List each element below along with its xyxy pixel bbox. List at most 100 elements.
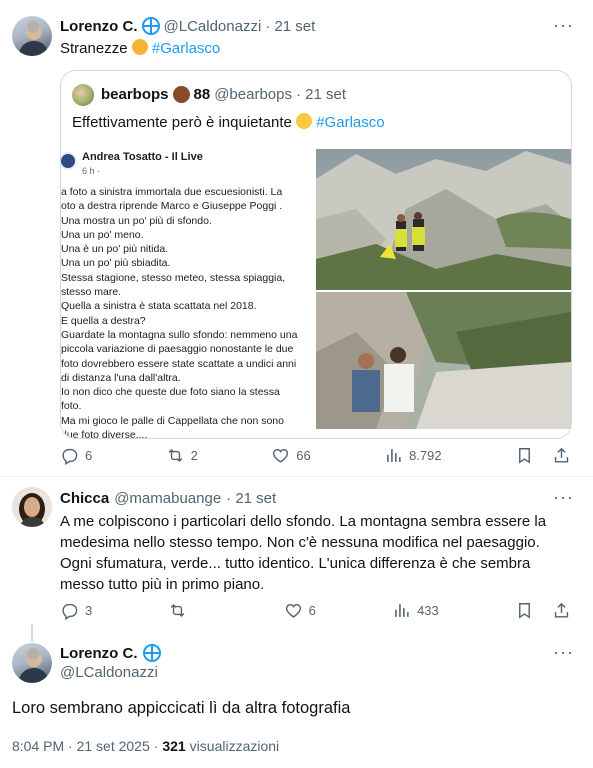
more-icon[interactable]: ···	[553, 643, 574, 661]
chestnut-emoji-icon	[172, 85, 190, 103]
mountain-scene-bottom	[316, 292, 571, 429]
embedded-post-line: Una un po' più sbiadita.	[61, 257, 171, 270]
hugging-face-emoji-icon	[131, 39, 148, 55]
avatar-photo	[18, 21, 48, 56]
views-count: 8.792	[409, 447, 442, 463]
repost-count: 2	[190, 447, 198, 463]
tweet-text: A me colpiscono i particolari dello sfon…	[60, 511, 575, 595]
bookmark-share-group	[515, 601, 571, 620]
author-handle[interactable]: @LCaldonazzi	[164, 18, 262, 35]
embedded-post-line: foto.	[61, 400, 82, 413]
bookmark-icon[interactable]	[515, 601, 534, 620]
avatar-photo	[18, 648, 48, 683]
embedded-post-line: stesso mare.	[61, 286, 122, 299]
verified-badge-icon	[141, 17, 160, 35]
hashtag-link[interactable]: #Garlasco	[152, 40, 220, 57]
like-count: 6	[308, 602, 316, 618]
views-number: 321	[162, 738, 186, 754]
tweet-meta: 8:04 PM · 21 set 2025 · 321 visualizzazi…	[12, 738, 279, 754]
embedded-post-line: Stessa stagione, stesso meteo, stessa sp…	[61, 271, 286, 284]
quote-text-body: Effettivamente però è inquietante	[72, 114, 292, 131]
reply-icon	[62, 448, 78, 465]
repost-icon	[171, 603, 185, 617]
quoted-tweet[interactable]: bearbops 88 @bearbops · 21 set Effettiva…	[60, 70, 572, 439]
like-icon	[285, 603, 301, 618]
avatar-lorenzo[interactable]	[12, 643, 52, 683]
divider-1	[0, 476, 593, 477]
quote-author-handle[interactable]: @bearbops	[214, 86, 292, 103]
embedded-post-line: Una è un po' più nitida.	[61, 243, 169, 256]
avatar-lorenzo[interactable]	[12, 16, 52, 56]
more-icon[interactable]: ···	[553, 16, 574, 34]
views-icon	[395, 603, 409, 617]
bookmark-share-group	[515, 446, 571, 465]
tweet-text-line: A me colpiscono i particolari dello sfon…	[60, 513, 547, 530]
repost-button[interactable]	[168, 601, 207, 620]
repost-icon	[168, 448, 182, 462]
share-icon[interactable]	[552, 446, 571, 465]
embedded-post-line: Ma mi gioco le palle di Cappellata che n…	[61, 414, 284, 427]
reply-count: 3	[85, 602, 93, 618]
embedded-post-line: E quella a destra?	[61, 314, 146, 327]
like-button[interactable]: 6	[284, 601, 316, 620]
timestamp[interactable]: 8:04 PM · 21 set 2025 ·	[12, 738, 158, 754]
reply-count: 6	[85, 447, 93, 463]
embedded-post-line: Guardate la montagna sullo sfondo: nemme…	[61, 328, 298, 341]
quote-text: Effettivamente però è inquietante #Garla…	[72, 113, 385, 133]
share-icon[interactable]	[552, 601, 571, 620]
reply-icon	[62, 603, 78, 620]
author-name[interactable]: Chicca	[60, 490, 109, 507]
focused-tweet-text: Loro sembrano appiccicati lì da altra fo…	[12, 699, 351, 717]
views-button[interactable]: 433	[392, 601, 439, 620]
quote-author-name[interactable]: bearbops	[101, 86, 169, 103]
tweet-date[interactable]: · 21 set	[265, 18, 315, 35]
like-icon	[273, 448, 289, 463]
avatar-bearbops[interactable]	[72, 84, 94, 106]
like-button[interactable]: 66	[271, 446, 311, 465]
embedded-post-text: a foto a sinistra immortala due escuesio…	[61, 185, 309, 439]
sweat-smile-emoji-icon	[296, 113, 313, 129]
tweet-text-line: Ogni sfumatura, verde... tutto identico.…	[60, 555, 531, 572]
tweet-text-line: messo tutto più in primo piano.	[60, 576, 265, 593]
mountain-photo-top	[316, 149, 571, 290]
views-count: 433	[417, 602, 439, 618]
mountain-scene-top	[316, 149, 571, 290]
author-handle[interactable]: @LCaldonazzi	[60, 664, 158, 681]
embedded-post-line: di distanza l'una dall'altra.	[61, 371, 181, 384]
quote-date[interactable]: · 21 set	[296, 86, 346, 103]
repost-button[interactable]: 2	[166, 446, 198, 465]
quoted-media-image[interactable]: Andrea Tosatto - Il Live 6 h · a foto a …	[61, 149, 571, 439]
mountain-photo-bottom	[316, 292, 571, 429]
thread-connector	[31, 624, 33, 642]
embedded-meta: 6 h ·	[82, 166, 101, 176]
embedded-page-name: Andrea Tosatto - Il Live	[82, 151, 203, 163]
embedded-post-line: Una mostra un po' più di sfondo.	[61, 214, 212, 227]
views-icon	[387, 448, 401, 462]
quote-author-suffix: 88	[193, 85, 211, 103]
bookmark-icon[interactable]	[515, 446, 534, 465]
views-button[interactable]: 8.792	[384, 446, 442, 465]
author-name[interactable]: Lorenzo C.	[60, 645, 138, 662]
more-icon[interactable]: ···	[553, 488, 574, 506]
page-avatar	[61, 152, 77, 170]
avatar-chicca[interactable]	[12, 487, 52, 527]
tweet-text-line: medesima nello stesso tempo. Non c'è nes…	[60, 534, 540, 551]
author-handle[interactable]: @mamabuange	[114, 490, 221, 507]
tweet-date[interactable]: · 21 set	[226, 490, 276, 507]
views-label: visualizzazioni	[189, 738, 280, 754]
avatar-photo	[12, 487, 52, 527]
tweet-1-actions: 6 2 66 8.792	[60, 444, 571, 466]
embedded-post-line: piccola variazione di paesaggio nonostan…	[61, 343, 294, 356]
author-name[interactable]: Lorenzo C.	[60, 18, 138, 35]
reply-button[interactable]: 6	[60, 446, 92, 465]
embedded-post-line: Quella a sinistra è stata scattata nel 2…	[61, 300, 257, 313]
embedded-post-line: Io non dico che queste due foto siano la…	[61, 386, 280, 399]
tweet-2-actions: 3 6 433	[60, 599, 571, 621]
embedded-post-line: Una un po' meno.	[61, 228, 144, 241]
embedded-post-line: oto a destra riprende Marco e Giuseppe P…	[61, 200, 283, 213]
reply-button[interactable]: 3	[60, 601, 92, 620]
embedded-post-line: a foto a sinistra immortala due escuesio…	[61, 186, 283, 198]
embedded-post-line: due foto diverse....	[61, 429, 148, 439]
tweet-text-body: Stranezze	[60, 40, 128, 57]
quote-hashtag-link[interactable]: #Garlasco	[316, 114, 384, 131]
